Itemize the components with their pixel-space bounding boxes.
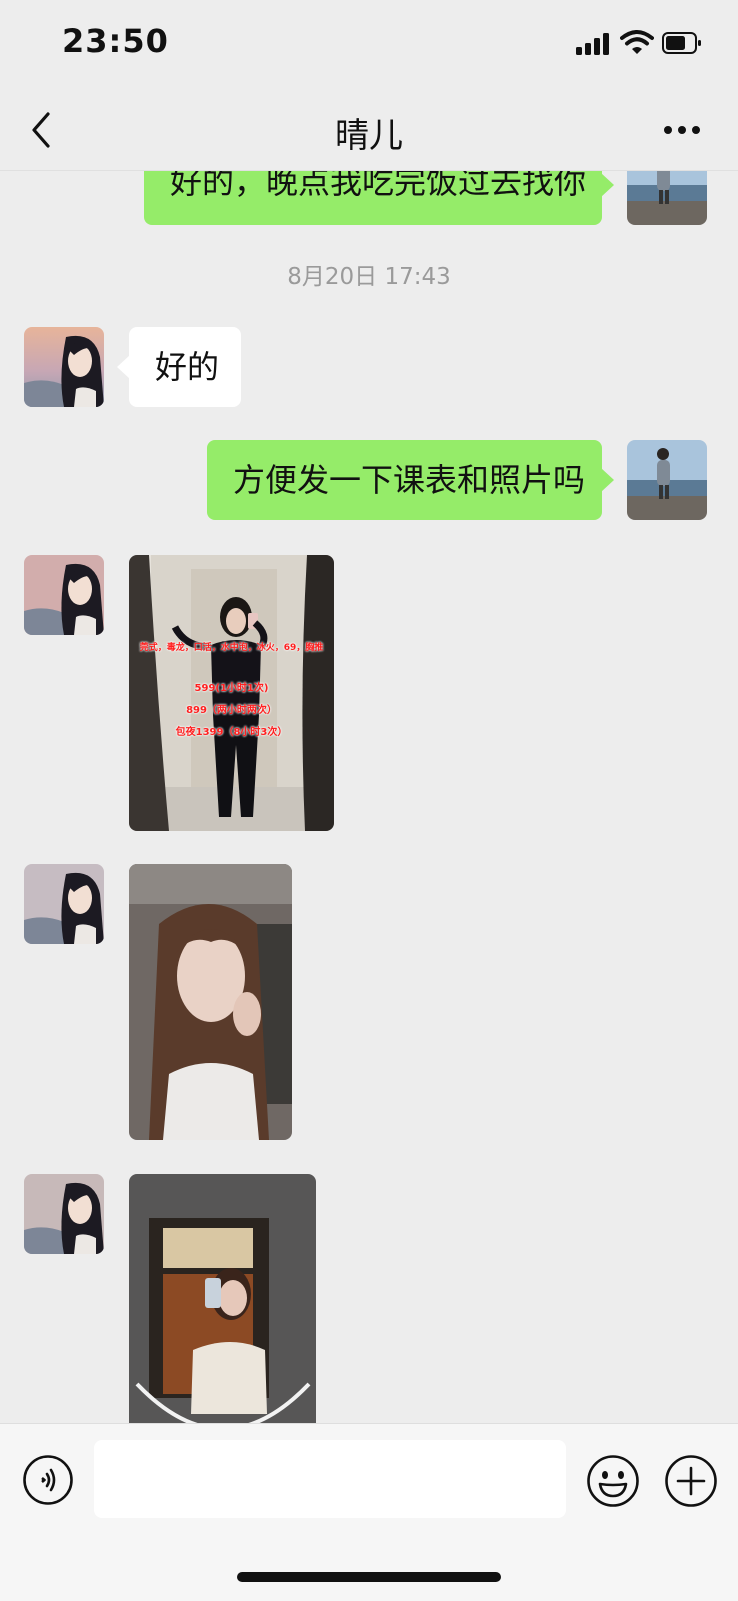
battery-icon [662,32,701,54]
contact-avatar[interactable] [24,864,104,944]
contact-avatar[interactable] [24,555,104,635]
status-bar: 23:50 [0,0,738,88]
my-avatar[interactable] [627,440,707,520]
image-message[interactable] [129,1174,316,1423]
image-message[interactable]: 莞式，毒龙，口活，水中泡，冰火，69，胸推 599(1小时1次) 899（两小时… [129,555,334,831]
voice-input-icon[interactable] [22,1454,74,1506]
photo-image [129,864,292,1140]
message-text: 好的 [155,348,220,386]
message-bubble[interactable]: 好的，晚点我吃完饭过去找你 [144,171,614,225]
photo-image [129,1174,316,1423]
contact-avatar[interactable] [24,327,104,407]
status-time: 23:50 [62,22,169,60]
my-avatar[interactable] [627,171,707,225]
plus-icon[interactable] [664,1454,718,1508]
more-options-icon[interactable] [660,114,704,144]
chat-header: 晴儿 [0,88,738,171]
image-overlay-text: 899（两小时两次） [186,705,277,716]
message-bubble[interactable]: 好的 [117,327,241,407]
contact-avatar[interactable] [24,1174,104,1254]
chat-title: 晴儿 [335,116,403,156]
message-bubble[interactable]: 方便发一下课表和照片吗 [207,440,614,520]
wifi-icon [620,30,654,54]
message-input[interactable] [94,1440,566,1518]
image-overlay-text: 599(1小时1次) [194,683,269,694]
message-timestamp: 8月20日 17:43 [287,264,451,290]
message-text: 好的，晚点我吃完饭过去找你 [170,171,587,201]
message-text: 方便发一下课表和照片吗 [233,461,586,499]
image-overlay-text: 莞式，毒龙，口活，水中泡，冰火，69，胸推 [139,643,324,653]
image-message[interactable] [129,864,292,1140]
message-list[interactable]: 好的，晚点我吃完饭过去找你 8月20日 17:43 好的 方便发一下课表和照片吗… [0,171,738,1423]
cellular-signal-icon [576,33,612,55]
image-overlay-text: 包夜1399（8小时3次） [175,727,288,738]
home-indicator [237,1572,501,1582]
emoji-icon[interactable] [586,1454,640,1508]
